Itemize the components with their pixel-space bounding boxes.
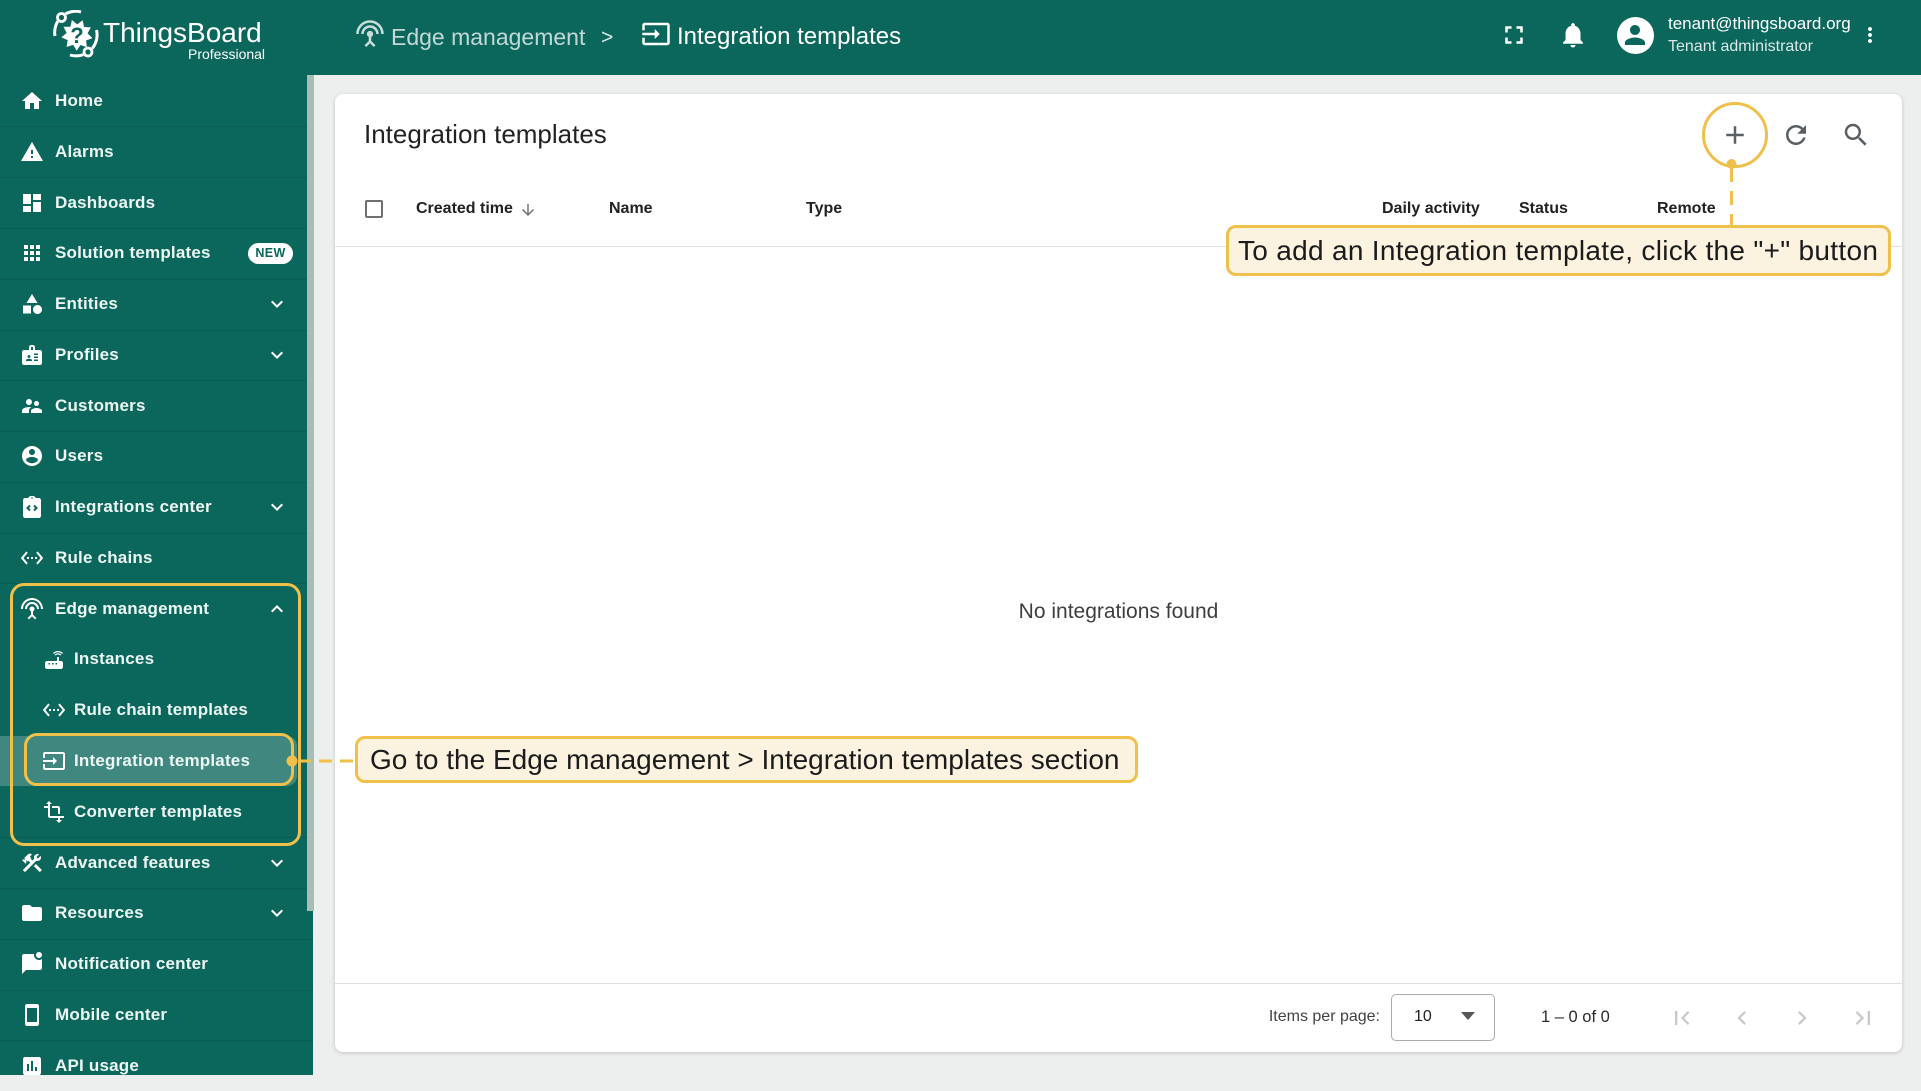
svg-text:?: ? [70, 23, 83, 48]
